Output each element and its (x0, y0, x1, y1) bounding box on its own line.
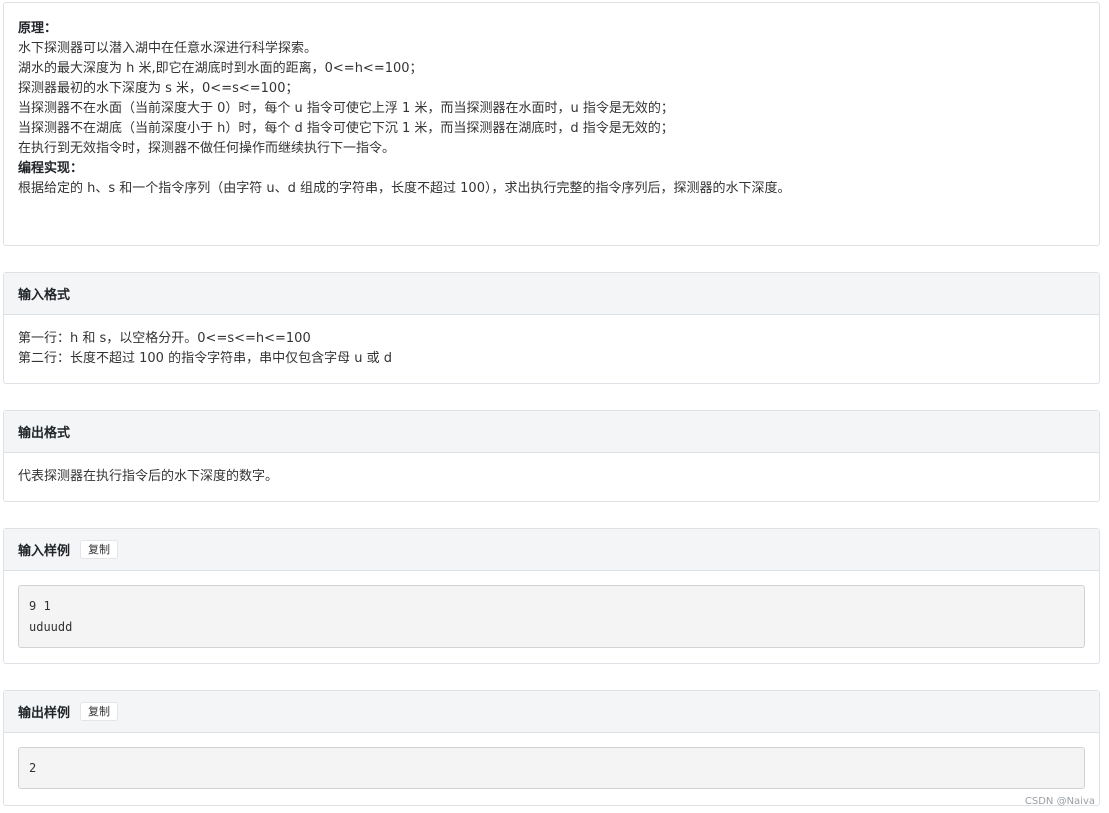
input-sample-body: 9 1 uduudd (4, 571, 1099, 648)
description-line: 当探测器不在水面（当前深度大于 0）时，每个 u 指令可使它上浮 1 米，而当探… (18, 101, 674, 116)
input-sample-header: 输入样例 复制 (4, 529, 1099, 571)
input-sample-code: 9 1 uduudd (18, 585, 1085, 648)
output-sample-body: 2 (4, 733, 1099, 789)
problem-page: 原理： 水下探测器可以潜入湖中在任意水深进行科学探索。 湖水的最大深度为 h 米… (0, 0, 1109, 813)
input-format-line: 第二行：长度不超过 100 的指令字符串，串中仅包含字母 u 或 d (18, 351, 392, 366)
output-format-body: 代表探测器在执行指令后的水下深度的数字。 (4, 453, 1099, 487)
input-sample-card: 输入样例 复制 9 1 uduudd (3, 528, 1100, 664)
description-line: 水下探测器可以潜入湖中在任意水深进行科学探索。 (18, 41, 318, 56)
output-sample-code: 2 (18, 747, 1085, 789)
implementation-title: 编程实现： (18, 161, 84, 176)
description-body: 原理： 水下探测器可以潜入湖中在任意水深进行科学探索。 湖水的最大深度为 h 米… (4, 3, 1099, 199)
input-format-card: 输入格式 第一行：h 和 s，以空格分开。0<=s<=h<=100 第二行：长度… (3, 272, 1100, 384)
description-line: 探测器最初的水下深度为 s 米，0<=s<=100； (18, 81, 299, 96)
output-format-title: 输出格式 (18, 426, 71, 441)
output-sample-header: 输出样例 复制 (4, 691, 1099, 733)
implementation-line: 根据给定的 h、s 和一个指令序列（由字符 u、d 组成的字符串，长度不超过 1… (18, 181, 791, 196)
input-format-header: 输入格式 (4, 273, 1099, 315)
copy-input-sample-button[interactable]: 复制 (80, 540, 119, 559)
description-card: 原理： 水下探测器可以潜入湖中在任意水深进行科学探索。 湖水的最大深度为 h 米… (3, 2, 1100, 246)
input-format-title: 输入格式 (18, 288, 71, 303)
input-format-body: 第一行：h 和 s，以空格分开。0<=s<=h<=100 第二行：长度不超过 1… (4, 315, 1099, 369)
output-format-header: 输出格式 (4, 411, 1099, 453)
input-format-line: 第一行：h 和 s，以空格分开。0<=s<=h<=100 (18, 331, 311, 346)
description-line: 在执行到无效指令时，探测器不做任何操作而继续执行下一指令。 (18, 141, 396, 156)
output-format-line: 代表探测器在执行指令后的水下深度的数字。 (18, 469, 279, 484)
watermark: CSDN @Naiva (1024, 796, 1095, 807)
output-sample-line: 2 (29, 761, 37, 775)
description-line: 湖水的最大深度为 h 米,即它在湖底时到水面的距离，0<=h<=100； (18, 61, 423, 76)
input-sample-line: uduudd (29, 620, 73, 634)
principle-title: 原理： (18, 21, 58, 36)
output-sample-card: 输出样例 复制 2 (3, 690, 1100, 806)
description-line: 当探测器不在湖底（当前深度小于 h）时，每个 d 指令可使它下沉 1 米，而当探… (18, 121, 674, 136)
copy-output-sample-button[interactable]: 复制 (80, 702, 119, 721)
output-sample-title: 输出样例 (18, 706, 71, 721)
input-sample-title: 输入样例 (18, 544, 71, 559)
output-format-card: 输出格式 代表探测器在执行指令后的水下深度的数字。 (3, 410, 1100, 502)
input-sample-line: 9 1 (29, 599, 51, 613)
